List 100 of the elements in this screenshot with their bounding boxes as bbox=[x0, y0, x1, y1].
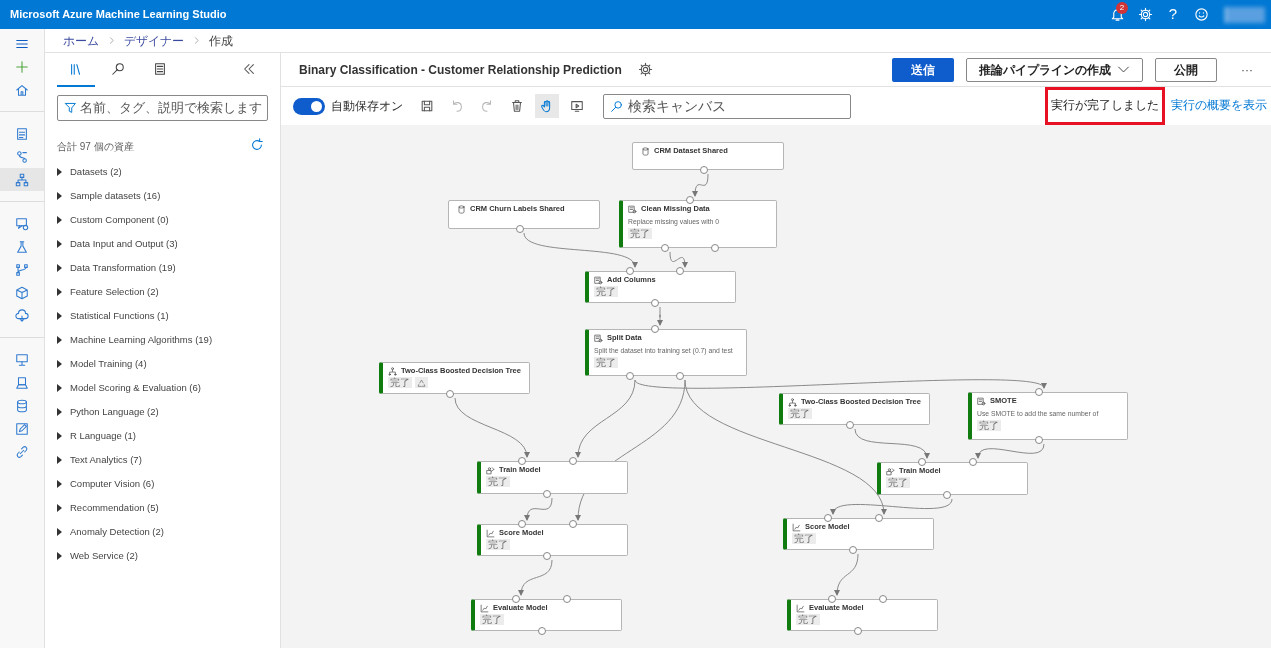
category-item[interactable]: Model Training (4) bbox=[45, 352, 280, 376]
output-port[interactable] bbox=[516, 225, 524, 233]
nav-rail-button[interactable] bbox=[0, 168, 44, 191]
hand-button[interactable] bbox=[535, 94, 559, 118]
output-port[interactable] bbox=[543, 552, 551, 560]
bell-icon bbox=[1109, 7, 1125, 22]
monitor-icon bbox=[15, 352, 29, 367]
input-port[interactable] bbox=[824, 514, 832, 522]
output-port[interactable] bbox=[846, 421, 854, 429]
notification-badge: 2 bbox=[1116, 2, 1128, 14]
output-port[interactable] bbox=[446, 390, 454, 398]
breadcrumb-link[interactable]: ホーム bbox=[63, 31, 99, 50]
input-port[interactable] bbox=[686, 196, 694, 204]
save-icon bbox=[420, 99, 434, 113]
status-badge: 完了 bbox=[486, 539, 510, 550]
chevron-right-icon bbox=[192, 36, 201, 45]
hierarchy-icon bbox=[15, 172, 29, 187]
output-port[interactable] bbox=[626, 372, 634, 380]
input-port[interactable] bbox=[518, 457, 526, 465]
collapse-icon bbox=[242, 62, 256, 76]
output-port[interactable] bbox=[676, 372, 684, 380]
input-port[interactable] bbox=[626, 267, 634, 275]
output-port[interactable] bbox=[1035, 436, 1043, 444]
refresh-icon bbox=[250, 138, 264, 153]
category-item[interactable]: Data Transformation (19) bbox=[45, 256, 280, 280]
category-item[interactable]: Recommendation (5) bbox=[45, 496, 280, 520]
breadcrumb-link[interactable]: 作成 bbox=[209, 31, 233, 50]
search-field[interactable]: 名前、タグ、説明で検索します bbox=[57, 95, 268, 121]
smiley-icon bbox=[1193, 7, 1209, 22]
output-port[interactable] bbox=[543, 490, 551, 498]
input-port[interactable] bbox=[875, 514, 883, 522]
input-port[interactable] bbox=[569, 520, 577, 528]
chart-icon bbox=[480, 603, 489, 613]
input-port[interactable] bbox=[569, 457, 577, 465]
connector bbox=[524, 497, 553, 521]
category-item[interactable]: Machine Learning Algorithms (19) bbox=[45, 328, 280, 352]
output-port[interactable] bbox=[651, 299, 659, 307]
category-item[interactable]: Sample datasets (16) bbox=[45, 184, 280, 208]
help-button[interactable]: ? bbox=[1159, 0, 1187, 29]
category-item[interactable]: Python Language (2) bbox=[45, 400, 280, 424]
category-item[interactable]: Statistical Functions (1) bbox=[45, 304, 280, 328]
category-item[interactable]: R Language (1) bbox=[45, 424, 280, 448]
input-port[interactable] bbox=[518, 520, 526, 528]
status-badge: 完了 bbox=[388, 377, 412, 388]
publish-button[interactable]: 公開 bbox=[1155, 57, 1217, 82]
delete-icon bbox=[510, 99, 524, 113]
output-port[interactable] bbox=[849, 546, 857, 554]
computer-icon bbox=[15, 375, 29, 390]
category-item[interactable]: Web Service (2) bbox=[45, 544, 280, 568]
input-port[interactable] bbox=[969, 458, 977, 466]
cylinder-icon bbox=[457, 204, 466, 214]
settings-icon bbox=[1137, 7, 1153, 22]
output-port[interactable] bbox=[854, 627, 862, 635]
canvas-search-field[interactable]: 検索キャンバス bbox=[603, 93, 851, 119]
output-port[interactable] bbox=[711, 244, 719, 252]
input-port[interactable] bbox=[676, 267, 684, 275]
module-icon bbox=[594, 333, 603, 343]
category-item[interactable]: Datasets (2) bbox=[45, 160, 280, 184]
output-port[interactable] bbox=[538, 627, 546, 635]
category-item[interactable]: Model Scoring & Evaluation (6) bbox=[45, 376, 280, 400]
cylinder-icon bbox=[641, 146, 650, 156]
input-port[interactable] bbox=[1035, 388, 1043, 396]
category-item[interactable]: Data Input and Output (3) bbox=[45, 232, 280, 256]
output-port[interactable] bbox=[700, 166, 708, 174]
category-item[interactable]: Custom Component (0) bbox=[45, 208, 280, 232]
category-item[interactable]: Anomaly Detection (2) bbox=[45, 520, 280, 544]
breadcrumb-link[interactable]: デザイナー bbox=[124, 31, 184, 50]
module-icon bbox=[977, 396, 986, 406]
status-badge: 完了 bbox=[594, 286, 618, 297]
tree-icon bbox=[788, 397, 797, 407]
database-icon bbox=[15, 398, 29, 413]
create-inference-button[interactable]: 推論パイプラインの作成 bbox=[966, 57, 1143, 82]
search-icon bbox=[610, 99, 623, 113]
status-badge: 完了 bbox=[796, 614, 820, 625]
input-port[interactable] bbox=[828, 595, 836, 603]
output-port[interactable] bbox=[661, 244, 669, 252]
document-icon bbox=[15, 126, 29, 141]
connector bbox=[518, 559, 553, 596]
category-item[interactable]: Computer Vision (6) bbox=[45, 472, 280, 496]
status-badge: 完了 bbox=[886, 477, 910, 488]
notifications-button[interactable]: 2 bbox=[1103, 0, 1131, 29]
output-port[interactable] bbox=[943, 491, 951, 499]
input-port[interactable] bbox=[563, 595, 571, 603]
input-port[interactable] bbox=[918, 458, 926, 466]
connector bbox=[692, 173, 709, 197]
input-port[interactable] bbox=[879, 595, 887, 603]
autosave-label: 自動保存オン bbox=[331, 98, 403, 115]
input-port[interactable] bbox=[651, 325, 659, 333]
library-icon bbox=[69, 62, 83, 76]
autosave-toggle[interactable] bbox=[293, 97, 325, 115]
chart-icon bbox=[486, 528, 495, 538]
input-port[interactable] bbox=[512, 595, 520, 603]
status-badge: 完了 bbox=[486, 476, 510, 487]
run-summary-link[interactable]: 実行の概要を表示 bbox=[1171, 97, 1267, 115]
more-button[interactable]: ··· bbox=[1235, 59, 1259, 80]
submit-button[interactable]: 送信 bbox=[892, 57, 954, 82]
category-item[interactable]: Feature Selection (2) bbox=[45, 280, 280, 304]
app-title: Microsoft Azure Machine Learning Studio bbox=[9, 7, 227, 23]
status-badge: 完了 bbox=[977, 420, 1001, 431]
category-item[interactable]: Text Analytics (7) bbox=[45, 448, 280, 472]
